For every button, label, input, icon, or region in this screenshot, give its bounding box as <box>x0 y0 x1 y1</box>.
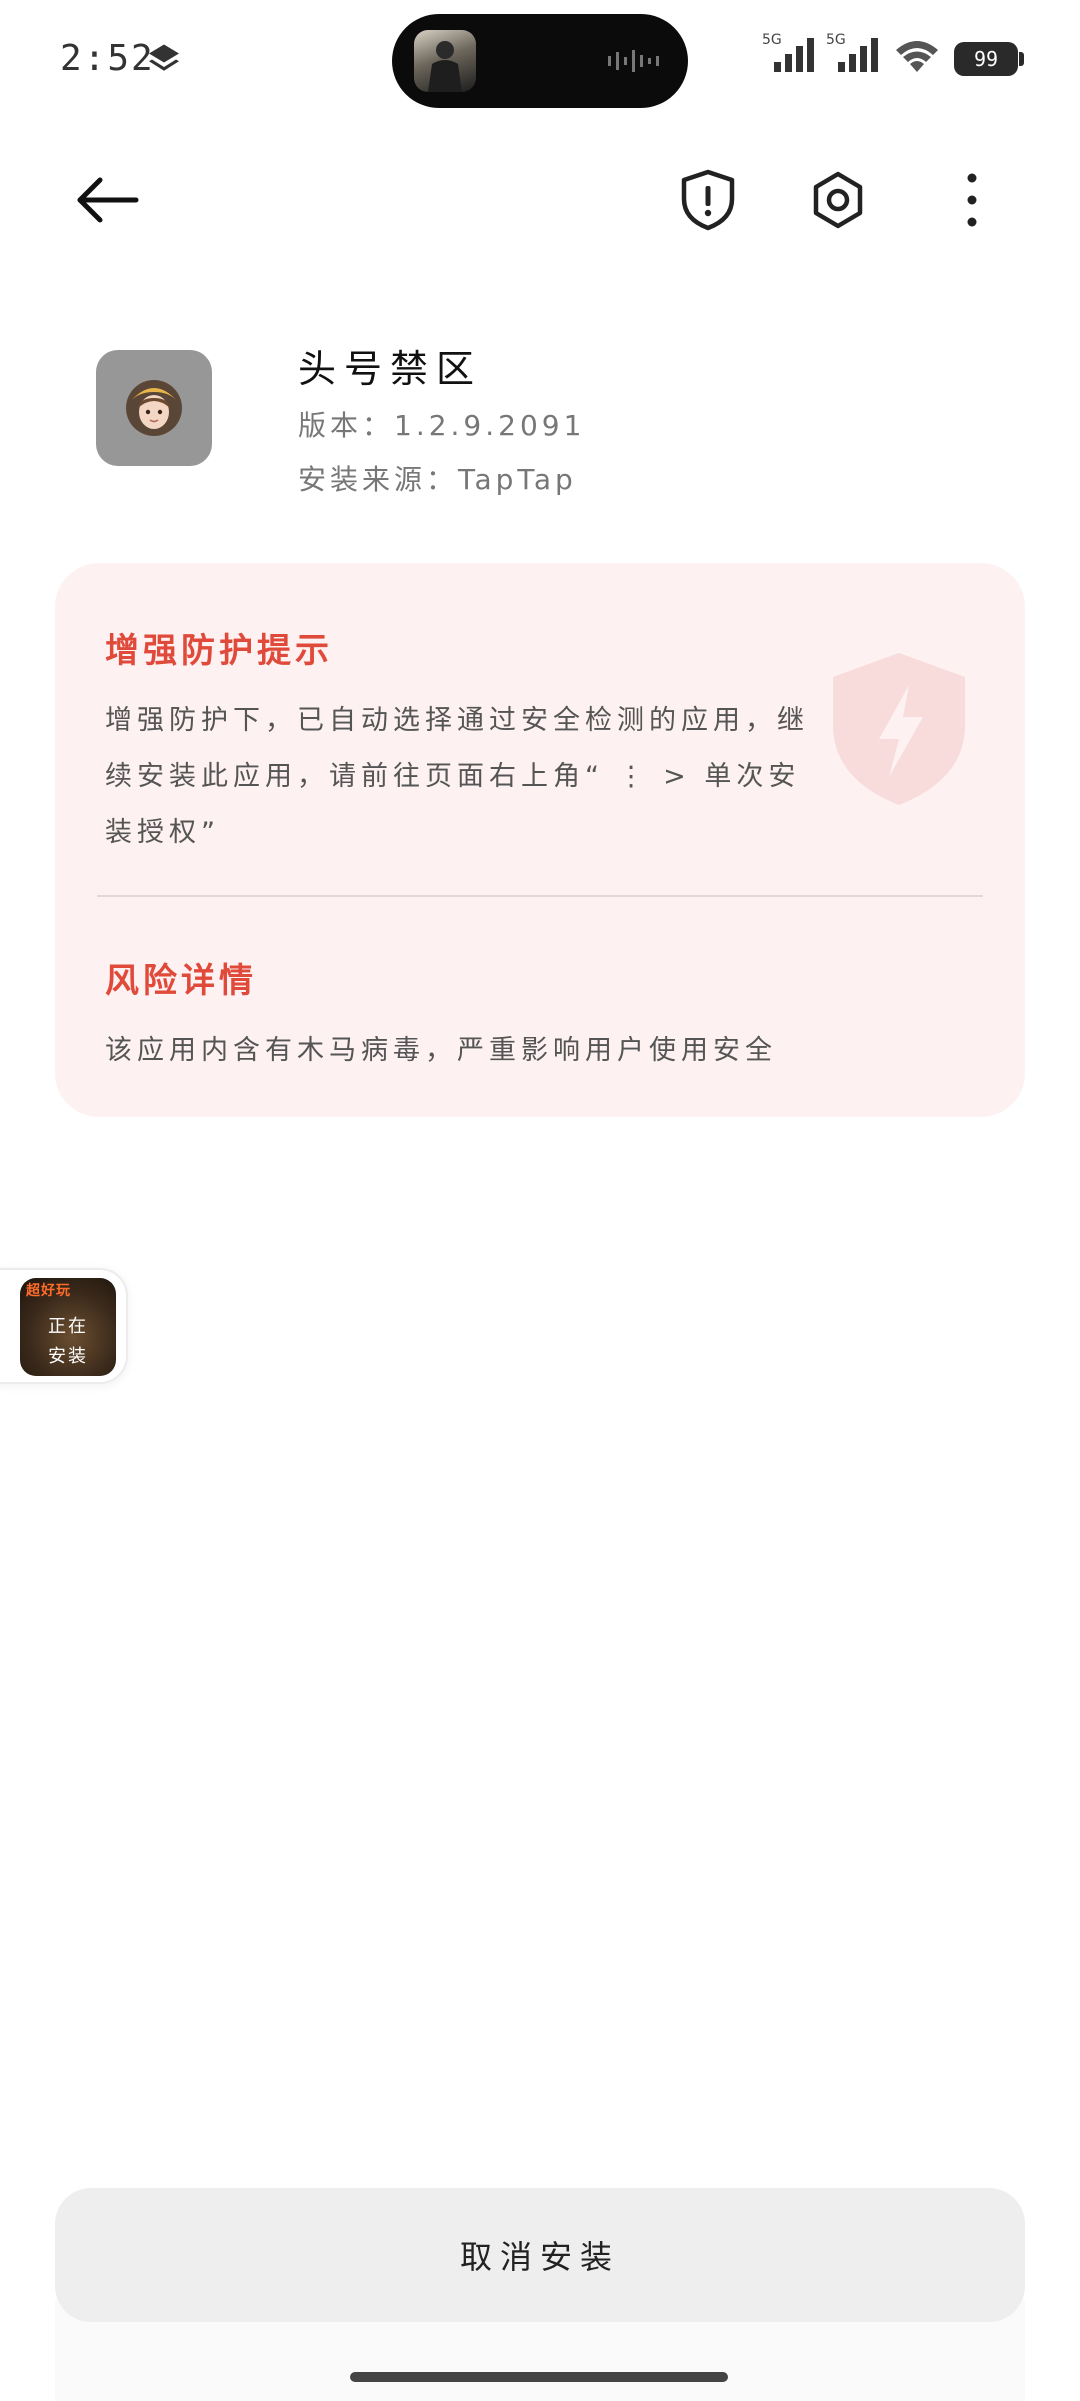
back-button[interactable] <box>58 150 158 250</box>
settings-button[interactable] <box>788 150 888 250</box>
cellular-signal-icon-2: 5G <box>826 32 888 74</box>
installing-app-thumbnail: 超好玩 正在 安装 <box>20 1278 116 1376</box>
enhanced-protection-text: 增强防护下，已自动选择通过安全检测的应用，继续安装此应用，请前往页面右上角“ ⋮… <box>105 705 809 848</box>
top-app-bar <box>0 150 1080 250</box>
back-arrow-icon <box>77 177 139 223</box>
app-version: 版本：1.2.9.2091 <box>298 409 586 442</box>
battery-level: 99 <box>973 47 999 71</box>
home-indicator[interactable] <box>350 2372 728 2382</box>
media-thumbnail <box>414 30 476 92</box>
network-type-label: 5G <box>762 32 782 48</box>
audio-wave-icon <box>608 50 659 72</box>
enhanced-protection-title: 增强防护提示 <box>105 631 333 671</box>
promo-badge: 超好玩 <box>26 1283 71 1299</box>
app-icon <box>96 350 212 466</box>
shield-bolt-icon <box>833 653 965 805</box>
installing-label-line1: 正在 <box>48 1316 88 1337</box>
settings-icon <box>813 171 863 229</box>
layers-icon <box>149 44 179 71</box>
avatar <box>126 380 182 436</box>
risk-details-title: 风险详情 <box>105 961 257 1001</box>
divider <box>97 895 983 897</box>
more-options-button[interactable] <box>922 150 1022 250</box>
install-source: 安装来源：TapTap <box>298 463 577 496</box>
network-type-label: 5G <box>826 32 846 48</box>
protection-warning-card: 增强防护提示 增强防护下，已自动选择通过安全检测的应用，继续安装此应用，请前往页… <box>55 563 1025 1117</box>
status-bar: 2:52 5G 5G 99 <box>0 0 1080 120</box>
dynamic-island[interactable] <box>392 14 688 108</box>
risk-details-text: 该应用内含有木马病毒，严重影响用户使用安全 <box>105 1035 777 1066</box>
app-name: 头号禁区 <box>298 347 483 391</box>
shield-alert-icon <box>681 169 735 231</box>
wifi-icon <box>896 41 938 72</box>
battery-icon: 99 <box>954 42 1024 76</box>
cellular-signal-icon-1: 5G <box>762 32 824 74</box>
status-time: 2:52 <box>60 38 155 79</box>
security-shield-button[interactable] <box>658 150 758 250</box>
installing-label-line2: 安装 <box>48 1346 88 1367</box>
more-vertical-icon <box>967 173 977 227</box>
cancel-install-button[interactable]: 取消安装 <box>55 2188 1025 2322</box>
installing-floating-bubble[interactable]: 超好玩 正在 安装 <box>0 1268 128 1384</box>
